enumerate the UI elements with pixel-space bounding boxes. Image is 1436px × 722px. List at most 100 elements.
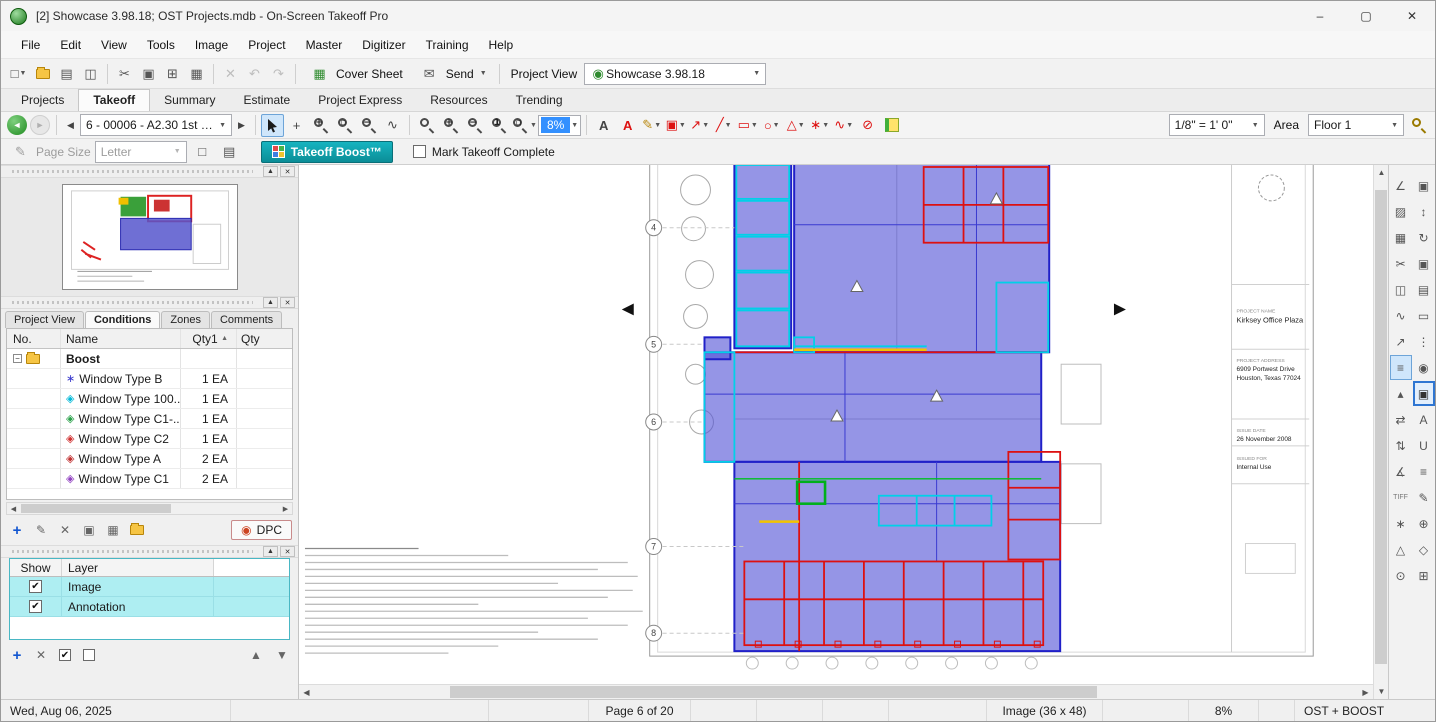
column-name[interactable]: Name (61, 329, 181, 348)
add-layer-button[interactable]: + (7, 645, 27, 665)
new-icon[interactable]: □▼ (7, 62, 30, 85)
pencil-annotation-tool[interactable]: ✎▼ (640, 114, 663, 137)
layer-visible-checkbox[interactable]: ✔ (29, 580, 42, 593)
shape-icon[interactable]: △ (1390, 537, 1412, 562)
condition-row[interactable]: ◈Window Type A 2 EA (7, 449, 292, 469)
print-icon[interactable]: ▤ (55, 62, 78, 85)
curve-annotation-tool[interactable]: ∿▼ (832, 114, 855, 137)
zoom-actual-button[interactable]: 1 (487, 114, 510, 137)
polyline-annotation-tool[interactable]: ∗▼ (808, 114, 831, 137)
delete-condition-button[interactable]: ✕ (55, 520, 75, 540)
text-annotation-tool[interactable]: A (616, 114, 639, 137)
takeoff-boost-button[interactable]: Takeoff Boost™ (261, 141, 393, 163)
panel-splitter[interactable]: ▲ ✕ (1, 545, 298, 558)
scroll-right-icon[interactable]: ▶ (279, 503, 292, 514)
collapse-button[interactable]: ▲ (263, 546, 278, 557)
tab-zones[interactable]: Zones (161, 311, 210, 328)
rectangle-annotation-tool[interactable]: ▭▼ (736, 114, 759, 137)
menu-edit[interactable]: Edit (50, 33, 91, 57)
layer-visible-checkbox[interactable]: ✔ (29, 600, 42, 613)
fit-height-icon[interactable]: ↕ (1413, 199, 1435, 224)
canvas-hscrollbar[interactable]: ◀ ▶ (299, 684, 1373, 699)
condition-group-row[interactable]: − Boost (7, 349, 292, 369)
condition-row[interactable]: ◈Window Type C1 2 EA (7, 469, 292, 489)
record-icon[interactable]: ◉ (1413, 355, 1435, 380)
grip-handle[interactable] (12, 550, 253, 553)
measure-angle-icon[interactable]: ∠ (1390, 173, 1412, 198)
rotate-icon[interactable]: ↻ (1413, 225, 1435, 250)
send-button[interactable]: ✉ Send ▼ (411, 59, 494, 88)
panel-splitter[interactable]: ▲ ✕ (1, 296, 298, 309)
nav-forward-button[interactable]: ► (30, 115, 50, 135)
layer-row-image[interactable]: ✔ Image (10, 577, 289, 597)
duplicate-condition-button[interactable]: ▣ (79, 520, 99, 540)
condition-row[interactable]: ◈Window Type 100... 1 EA (7, 389, 292, 409)
lens-tool[interactable] (1407, 114, 1430, 137)
frame-icon[interactable]: ▭ (1413, 303, 1435, 328)
scrollbar-thumb[interactable] (21, 504, 171, 513)
menu-help[interactable]: Help (479, 33, 524, 57)
zoom-in-tool[interactable]: + (309, 114, 332, 137)
angle-icon[interactable]: ∡ (1390, 459, 1412, 484)
zoom-level-field[interactable]: 8% ▼ (538, 115, 581, 136)
arrow-annotation-tool[interactable]: ↗▼ (688, 114, 711, 137)
edit-condition-button[interactable]: ✎ (31, 520, 51, 540)
paste-icon[interactable]: ⊞ (161, 62, 184, 85)
label-u-icon[interactable]: U (1413, 433, 1435, 458)
tab-estimate[interactable]: Estimate (230, 90, 305, 111)
drawing-canvas[interactable]: 4 5 6 7 8 (299, 165, 1373, 699)
menu-training[interactable]: Training (416, 33, 479, 57)
zoom-out-button[interactable]: − (463, 114, 486, 137)
more-icon[interactable]: ⋮ (1413, 329, 1435, 354)
undo-icon[interactable]: ↶ (243, 62, 266, 85)
move-layer-up-button[interactable]: ▲ (246, 645, 266, 665)
image-window-icon[interactable]: ▣ (1413, 173, 1435, 198)
scrollbar-thumb[interactable] (450, 686, 1097, 698)
diamond-icon[interactable]: ◇ (1413, 537, 1435, 562)
page-setup-icon[interactable]: ✎ (9, 140, 32, 163)
note-annotation-tool[interactable] (880, 114, 903, 137)
list-icon[interactable]: ≡ (1390, 355, 1412, 380)
ellipse-annotation-tool[interactable]: ○▼ (760, 114, 783, 137)
open-icon[interactable] (31, 62, 54, 85)
tab-comments[interactable]: Comments (211, 311, 282, 328)
layer-row-annotation[interactable]: ✔ Annotation (10, 597, 289, 617)
print-preview-icon[interactable]: ◫ (79, 62, 102, 85)
delete-layer-button[interactable]: ✕ (31, 645, 51, 665)
prev-page-button[interactable]: ◀ (62, 115, 79, 135)
menu-master[interactable]: Master (296, 33, 353, 57)
tab-resources[interactable]: Resources (416, 90, 501, 111)
floor-plan-drawing[interactable]: 4 5 6 7 8 (299, 165, 1373, 684)
redo-icon[interactable]: ↷ (267, 62, 290, 85)
arrow-icon[interactable]: ↗ (1390, 329, 1412, 354)
page-size-combo[interactable]: Letter ▼ (95, 141, 187, 163)
overlay-icon[interactable]: ▣ (1413, 381, 1435, 406)
scroll-left-icon[interactable]: ◀ (299, 685, 314, 700)
thumbnail-image[interactable] (62, 184, 238, 290)
scale-combo[interactable]: 1/8" = 1' 0" ▼ (1169, 114, 1265, 136)
zoom-area-button[interactable] (415, 114, 438, 137)
table-icon[interactable]: ▦ (1390, 225, 1412, 250)
new-page-icon[interactable]: □ (191, 140, 214, 163)
new-folder-button[interactable] (127, 520, 147, 540)
page-combo[interactable]: 6 - 00006 - A2.30 1st Flo ▼ (80, 114, 232, 136)
crosshair-tool[interactable]: + (285, 114, 308, 137)
check-all-layers-button[interactable]: ✔ (55, 645, 75, 665)
zoom-out-tool[interactable]: − (357, 114, 380, 137)
canvas-vscrollbar[interactable]: ▲ ▼ (1373, 165, 1388, 699)
menu-file[interactable]: File (11, 33, 50, 57)
menu-view[interactable]: View (91, 33, 137, 57)
column-no[interactable]: No. (7, 329, 61, 348)
collapse-button[interactable]: ▲ (263, 166, 278, 177)
thumbnail-panel[interactable] (1, 178, 298, 296)
dpc-button[interactable]: ◉ DPC (231, 520, 292, 540)
grip-handle[interactable] (12, 301, 253, 304)
paste-special-icon[interactable]: ▦ (185, 62, 208, 85)
tab-project-express[interactable]: Project Express (304, 90, 416, 111)
scroll-up-icon[interactable]: ▲ (1374, 165, 1389, 180)
zoom-in-button[interactable]: + (439, 114, 462, 137)
menu-image[interactable]: Image (185, 33, 238, 57)
conditions-hscrollbar[interactable]: ◀ ▶ (6, 502, 293, 515)
close-panel-button[interactable]: ✕ (280, 166, 295, 177)
minimize-button[interactable]: – (1297, 1, 1343, 31)
